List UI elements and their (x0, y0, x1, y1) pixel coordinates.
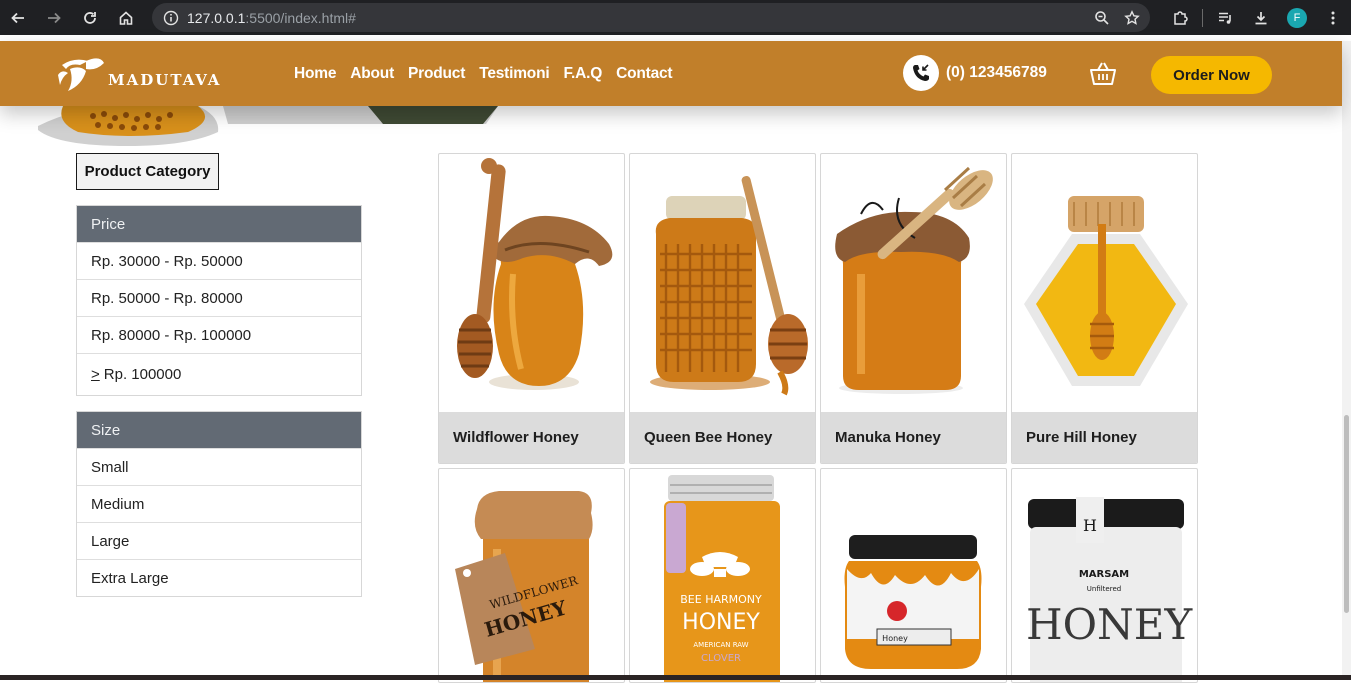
marsam-big-text: HONEY (1026, 600, 1193, 649)
product-card[interactable]: Manuka Honey (820, 153, 1007, 464)
profile-button[interactable]: F (1279, 0, 1315, 35)
product-card[interactable]: Pure Hill Honey (1011, 153, 1198, 464)
url-host: 127.0.0.1 (187, 9, 246, 26)
marsam-brand: MARSAM (1079, 569, 1129, 580)
greater-equal-symbol: > (91, 366, 100, 383)
product-image: BEE HARMONY HONEY AMERICAN RAW CLOVER (630, 469, 815, 682)
nav-testimoni[interactable]: Testimoni (479, 65, 549, 83)
playlist-icon (1219, 12, 1231, 24)
site-header: MADUTAVA Home About Product Testimoni F.… (0, 41, 1342, 106)
phone-icon (903, 55, 939, 91)
size-filter: Size Small Medium Large Extra Large (76, 411, 362, 597)
address-bar[interactable]: 127.0.0.1:5500/index.html# (152, 3, 1150, 32)
product-image (439, 154, 624, 412)
bee-harmony-product: HONEY (682, 610, 760, 635)
product-name: Wildflower Honey (439, 412, 624, 463)
svg-text:H: H (1083, 516, 1097, 535)
product-image: H MARSAM Unfiltered HONEY (1012, 469, 1197, 682)
product-card[interactable]: H MARSAM Unfiltered HONEY (1011, 468, 1198, 683)
product-image (1012, 154, 1197, 412)
price-option[interactable]: Rp. 30000 - Rp. 50000 (77, 242, 361, 279)
size-option[interactable]: Extra Large (77, 559, 361, 596)
product-image (821, 154, 1006, 412)
nav-contact[interactable]: Contact (616, 65, 672, 83)
price-option-label: Rp. 100000 (103, 366, 182, 383)
reload-icon (84, 11, 96, 24)
price-option[interactable]: Rp. 50000 - Rp. 80000 (77, 279, 361, 316)
bee-logo-icon (58, 58, 104, 91)
product-card[interactable]: WILDFLOWER HONEY (438, 468, 625, 683)
media-button[interactable] (1207, 0, 1243, 35)
product-card[interactable]: Honey (820, 468, 1007, 683)
price-option-above[interactable]: > Rp. 100000 (77, 353, 361, 395)
reload-button[interactable] (72, 0, 108, 35)
product-name: Manuka Honey (821, 412, 1006, 463)
jar-honey-label: Honey (882, 634, 908, 643)
url-path: :5500/index.html# (245, 9, 356, 26)
order-now-button[interactable]: Order Now (1151, 56, 1272, 94)
price-filter: Price Rp. 30000 - Rp. 50000 Rp. 50000 - … (76, 205, 362, 396)
main-nav: Home About Product Testimoni F.A.Q Conta… (294, 41, 673, 106)
download-icon (1255, 11, 1267, 24)
hero-banner-remnant (38, 106, 508, 152)
home-icon (119, 10, 133, 25)
taskbar-edge (0, 675, 1351, 680)
browser-toolbar: 127.0.0.1:5500/index.html# F (0, 0, 1351, 35)
price-option[interactable]: Rp. 80000 - Rp. 100000 (77, 316, 361, 353)
downloads-button[interactable] (1243, 0, 1279, 35)
back-button[interactable] (0, 0, 36, 35)
size-filter-title: Size (77, 412, 361, 448)
back-arrow-icon (11, 12, 24, 23)
phone-contact[interactable]: (0) 123456789 (903, 55, 1047, 91)
brand-logo[interactable]: MADUTAVA (56, 55, 221, 95)
product-card[interactable]: BEE HARMONY HONEY AMERICAN RAW CLOVER (629, 468, 816, 683)
profile-avatar: F (1287, 7, 1307, 28)
size-option[interactable]: Large (77, 522, 361, 559)
size-option[interactable]: Medium (77, 485, 361, 522)
toolbar-separator (1202, 8, 1203, 27)
bee-harmony-variety: CLOVER (701, 653, 741, 664)
forward-arrow-icon (48, 12, 61, 23)
puzzle-icon (1174, 10, 1188, 25)
product-name: Pure Hill Honey (1012, 412, 1197, 463)
page-scrollbar[interactable] (1342, 41, 1351, 680)
price-filter-title: Price (77, 206, 361, 242)
product-image: WILDFLOWER HONEY (439, 469, 624, 682)
scrollbar-thumb[interactable] (1344, 415, 1349, 613)
bookmark-star-icon[interactable] (1124, 9, 1140, 26)
product-image: Honey (821, 469, 1006, 682)
home-button[interactable] (108, 0, 144, 35)
nav-faq[interactable]: F.A.Q (563, 65, 602, 83)
forward-button[interactable] (36, 0, 72, 35)
kebab-menu-icon (1331, 11, 1335, 24)
product-image (630, 154, 815, 412)
marsam-sub: Unfiltered (1087, 585, 1121, 593)
product-category-button[interactable]: Product Category (76, 153, 219, 190)
brand-name: MADUTAVA (108, 71, 222, 89)
zoom-icon[interactable] (1094, 10, 1110, 26)
bee-harmony-sub: AMERICAN RAW (693, 641, 748, 649)
cart-icon[interactable] (1089, 62, 1117, 90)
product-card[interactable]: Wildflower Honey (438, 153, 625, 464)
nav-about[interactable]: About (350, 65, 394, 83)
size-option[interactable]: Small (77, 448, 361, 485)
nav-home[interactable]: Home (294, 65, 336, 83)
nav-product[interactable]: Product (408, 65, 465, 83)
bee-harmony-brand: BEE HARMONY (680, 593, 762, 606)
phone-number: (0) 123456789 (946, 64, 1047, 81)
site-info-icon[interactable] (155, 10, 187, 26)
product-name: Queen Bee Honey (630, 412, 815, 463)
url-text[interactable]: 127.0.0.1:5500/index.html# (187, 10, 356, 26)
product-card[interactable]: Queen Bee Honey (629, 153, 816, 464)
menu-button[interactable] (1315, 0, 1351, 35)
extensions-button[interactable] (1162, 0, 1198, 35)
